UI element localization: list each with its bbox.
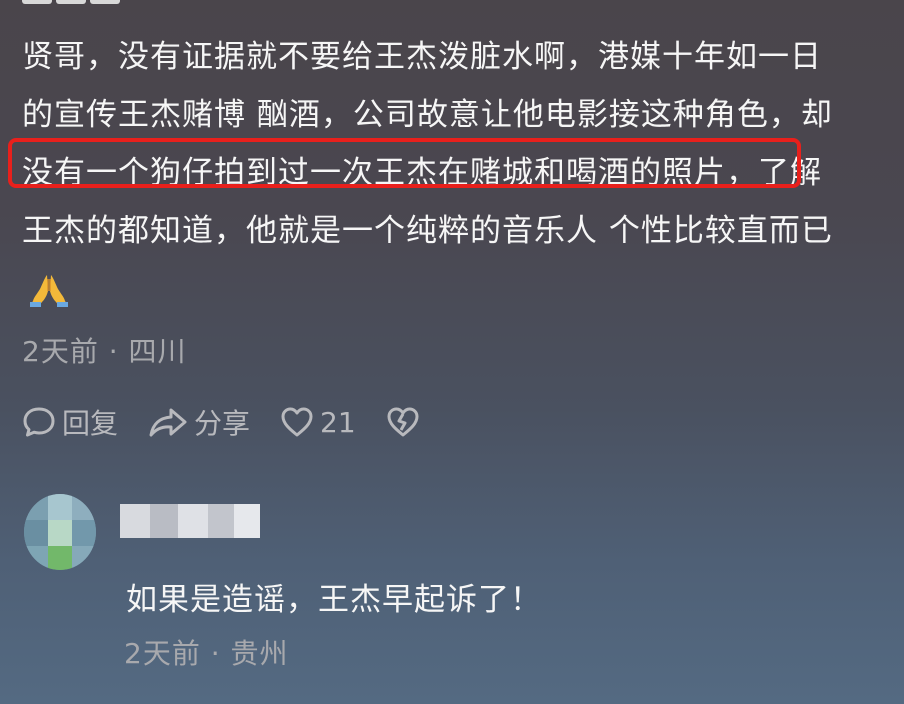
reply-button[interactable]: 回复	[22, 402, 118, 442]
comment-line: 的宣传王杰赌博 酗酒，公司故意让他电影接这种角色，却	[22, 97, 833, 133]
dislike-button[interactable]	[386, 406, 420, 438]
praying-hands-emoji	[30, 275, 68, 307]
comment-actions: 回复 分享 21	[22, 402, 450, 442]
like-button[interactable]: 21	[280, 406, 356, 439]
share-label: 分享	[194, 407, 251, 440]
comment-meta: 2天前 · 四川	[22, 335, 187, 368]
blurred-username[interactable]	[120, 504, 260, 538]
comment-line: 贤哥，没有证据就不要给王杰泼脏水啊，港媒十年如一日	[22, 39, 822, 75]
red-highlight-box	[8, 138, 801, 188]
share-button[interactable]: 分享	[148, 402, 250, 442]
share-arrow-icon	[149, 408, 187, 437]
comment-line: 王杰的都知道，他就是一个纯粹的音乐人 个性比较直而已	[22, 213, 833, 249]
like-count: 21	[320, 405, 356, 439]
reply-text: 如果是造谣，王杰早起诉了！	[126, 582, 542, 618]
cropped-username	[22, 0, 132, 4]
reply-bubble-icon	[23, 407, 55, 437]
avatar[interactable]	[24, 494, 96, 570]
heart-icon	[281, 407, 313, 437]
broken-heart-icon	[387, 407, 419, 437]
reply-label: 回复	[62, 407, 119, 440]
reply-meta: 2天前 · 贵州	[124, 637, 289, 670]
